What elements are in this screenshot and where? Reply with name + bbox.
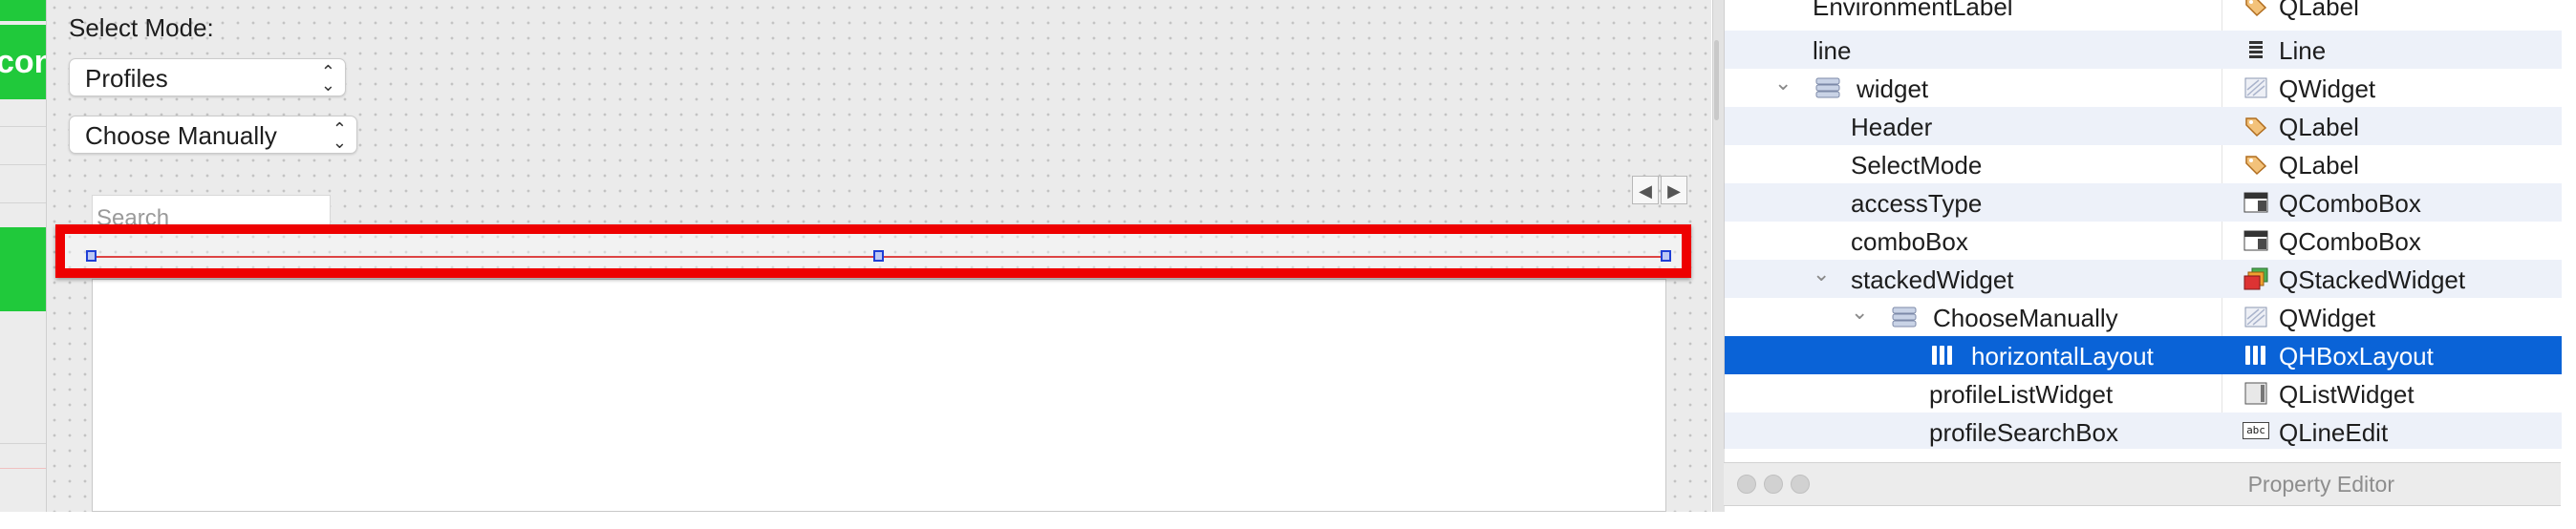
list-widget-icon (2244, 382, 2267, 405)
splitter-grip[interactable] (1714, 40, 1719, 120)
tree-row[interactable]: ⌄ ChooseManually QWidget (1725, 298, 2562, 336)
bottom-margin (0, 512, 2576, 529)
combobox-icon (2243, 230, 2268, 251)
class-name: QComboBox (2279, 227, 2421, 256)
label-tag-icon (2245, 0, 2267, 17)
property-editor-titlebar[interactable]: Property Editor (1724, 462, 2561, 506)
resize-handle-right[interactable] (1661, 250, 1671, 262)
object-name: accessType (1851, 189, 1983, 218)
stacked-prev-page-button[interactable]: ◀ (1632, 176, 1659, 204)
class-name: QStackedWidget (2279, 265, 2466, 294)
class-name: QLabel (2279, 151, 2359, 180)
select-mode-label: Select Mode: (69, 13, 214, 42)
class-name: QWidget (2279, 74, 2376, 103)
mode-combobox[interactable]: Profiles ⌃ ⌄ (69, 58, 346, 96)
resize-handle-left[interactable] (86, 250, 97, 262)
chevron-down-icon[interactable]: ⌄ (1851, 300, 1868, 325)
class-name: QComboBox (2279, 189, 2421, 218)
window-zoom-dot[interactable] (1791, 475, 1810, 494)
class-name: QLabel (2279, 0, 2359, 21)
green-button-top[interactable] (0, 0, 46, 21)
mode-combobox-value: Profiles (85, 64, 168, 93)
tree-row[interactable]: Header QLabel (1725, 107, 2562, 145)
class-name: QWidget (2279, 304, 2376, 332)
object-name: EnvironmentLabel (1813, 0, 2013, 21)
triangle-left-icon: ◀ (1639, 181, 1652, 201)
tree-row[interactable]: accessType QComboBox (1725, 183, 2562, 222)
resize-handle-middle[interactable] (873, 250, 884, 262)
tree-row[interactable]: profileSearchBox abc QLineEdit (1725, 413, 2562, 449)
combobox-icon (2243, 192, 2268, 213)
object-inspector-tree[interactable]: EnvironmentLabel QLabel line Line ⌄ widg… (1724, 0, 2562, 449)
line-edit-icon: abc (2243, 422, 2269, 439)
chevron-down-icon[interactable]: ⌄ (1774, 71, 1792, 95)
object-name: profileListWidget (1929, 380, 2114, 409)
class-name: Line (2279, 36, 2327, 65)
object-name: line (1813, 36, 1852, 65)
object-name: ChooseManually (1933, 304, 2118, 332)
layout-stack-icon (1815, 77, 1840, 98)
divider (0, 443, 46, 444)
label-tag-icon (2245, 117, 2267, 138)
tree-row[interactable]: EnvironmentLabel QLabel (1725, 0, 2562, 25)
stacked-next-page-button[interactable]: ▶ (1661, 176, 1687, 204)
object-name: horizontalLayout (1971, 342, 2154, 370)
divider (0, 164, 46, 165)
widget-icon (2244, 77, 2267, 98)
green-button-label: con (0, 44, 46, 80)
tree-row[interactable]: comboBox QComboBox (1725, 222, 2562, 260)
divider (0, 202, 46, 203)
hbox-layout-icon (2245, 346, 2265, 365)
tree-row-selected[interactable]: horizontalLayout QHBoxLayout (1725, 336, 2562, 374)
updown-chevron-icon: ⌃ ⌄ (332, 119, 347, 152)
access-type-combobox[interactable]: Choose Manually ⌃ ⌄ (69, 116, 357, 154)
triangle-right-icon: ▶ (1667, 181, 1681, 201)
tree-row[interactable]: ⌄ stackedWidget QStackedWidget (1725, 260, 2562, 298)
label-tag-icon (2245, 156, 2267, 176)
hbox-layout-icon (1932, 346, 1952, 365)
class-name: QListWidget (2279, 380, 2415, 409)
line-icon (2249, 41, 2263, 58)
object-name: SelectMode (1851, 151, 1983, 180)
window-close-dot[interactable] (1737, 475, 1756, 494)
updown-chevron-icon: ⌃ ⌄ (320, 62, 335, 95)
class-name: QLineEdit (2279, 418, 2389, 447)
access-type-combobox-value: Choose Manually (85, 121, 277, 150)
tree-row[interactable]: line Line (1725, 31, 2562, 69)
divider (0, 468, 46, 469)
left-panel-strip: con (0, 0, 47, 512)
chevron-down-icon[interactable]: ⌄ (1813, 262, 1830, 286)
divider (0, 126, 46, 127)
object-name: stackedWidget (1851, 265, 2014, 294)
object-name: widget (1857, 74, 1929, 103)
object-name: profileSearchBox (1929, 418, 2118, 447)
object-name: Header (1851, 113, 1933, 141)
tree-row[interactable]: SelectMode QLabel (1725, 145, 2562, 183)
green-button-lower[interactable] (0, 227, 46, 311)
object-name: comboBox (1851, 227, 1968, 256)
green-button-connect[interactable]: con (0, 25, 46, 99)
widget-icon (2244, 307, 2267, 328)
tree-row[interactable]: profileListWidget QListWidget (1725, 374, 2562, 413)
layout-stack-icon (1892, 307, 1917, 328)
window-minimize-dot[interactable] (1764, 475, 1783, 494)
stacked-widget-icon (2243, 267, 2268, 290)
profile-list-widget[interactable] (92, 279, 1666, 512)
tree-row[interactable]: ⌄ widget QWidget (1725, 69, 2562, 107)
property-editor-title: Property Editor (2247, 472, 2394, 497)
class-name: QLabel (2279, 113, 2359, 141)
class-name: QHBoxLayout (2279, 342, 2434, 370)
